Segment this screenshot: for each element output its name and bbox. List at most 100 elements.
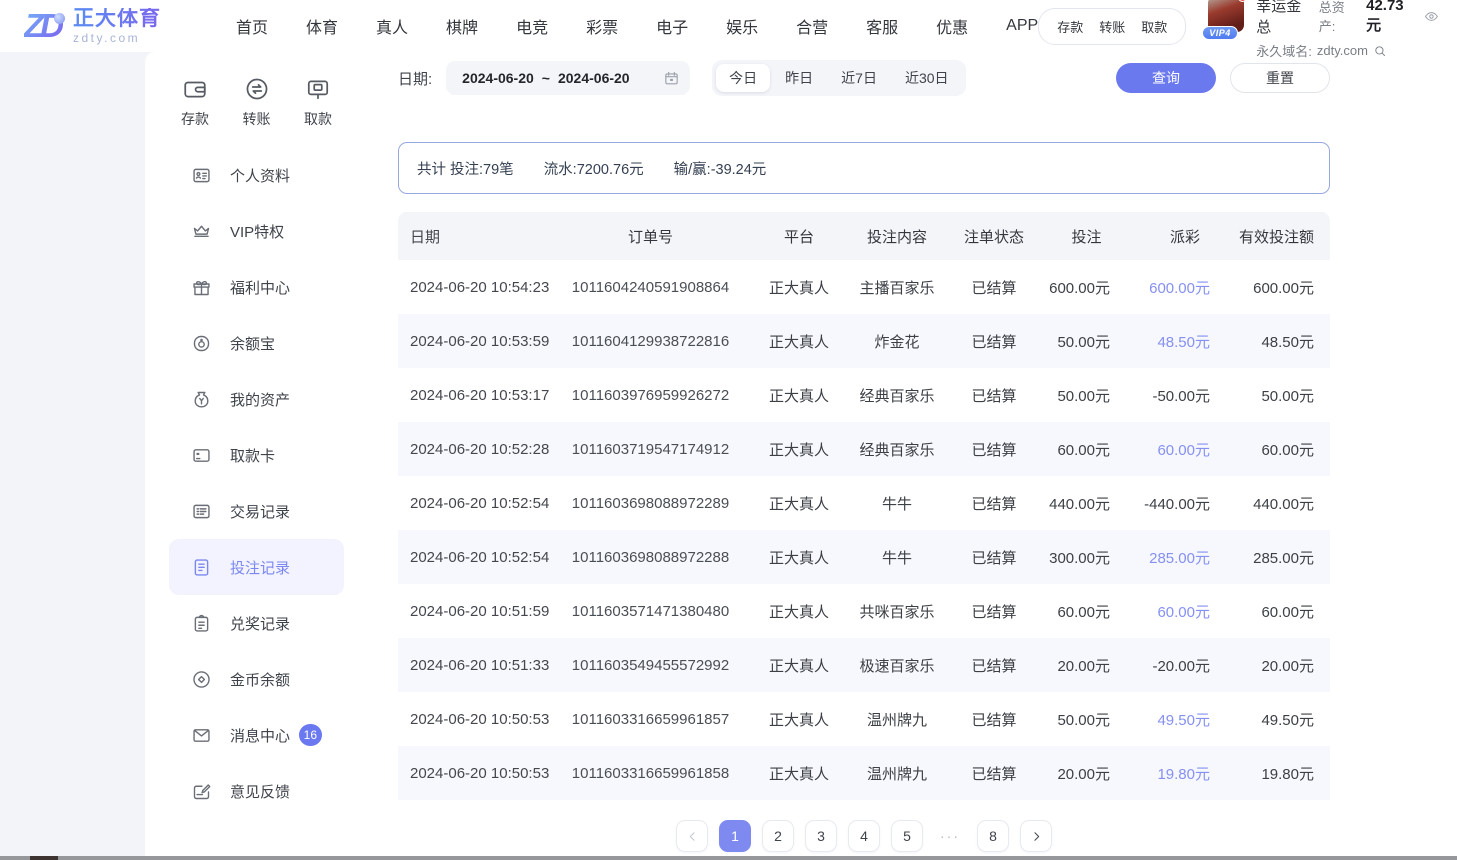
bet-records-table: 日期订单号平台投注内容注单状态投注派彩有效投注额 2024-06-20 10:5… — [398, 212, 1330, 800]
table-row: 2024-06-20 10:53:591011604129938722816正大… — [398, 314, 1330, 368]
page-button[interactable]: 4 — [848, 820, 880, 852]
logo-mark-icon: ZD — [24, 9, 64, 42]
search-button[interactable]: 查询 — [1116, 63, 1216, 93]
top-bar: ZD 正大体育 zdty.com 首页 体育 真人 棋牌 电竞 彩票 电子 娱乐 合营 客服 优惠 A… — [0, 0, 1457, 52]
date-range-input[interactable]: 2024-06-20 ~ 2024-06-20 — [446, 61, 690, 95]
sidebar-item[interactable]: 取款卡 — [169, 427, 344, 483]
sidebar-item[interactable]: 我的资产 — [169, 371, 344, 427]
reset-button[interactable]: 重置 — [1230, 63, 1330, 93]
nav-item[interactable]: 棋牌 — [446, 14, 478, 38]
feedback-icon — [191, 781, 212, 802]
quick-action-取款[interactable]: 取款 — [304, 76, 332, 129]
column-header: 平台 — [753, 226, 845, 247]
eye-icon[interactable] — [1424, 8, 1439, 25]
next-page-button[interactable] — [1020, 820, 1052, 852]
cell-valid-amount: 19.80元 — [1236, 763, 1330, 784]
sidebar-item[interactable]: 个人资料 — [169, 147, 344, 203]
sidebar-item[interactable]: 余额宝 — [169, 315, 344, 371]
main-nav: 首页 体育 真人 棋牌 电竞 彩票 电子 娱乐 合营 客服 优惠 APP — [236, 14, 1038, 38]
nav-item[interactable]: APP — [1006, 17, 1038, 35]
range-chip[interactable]: 昨日 — [772, 64, 826, 92]
cell-valid-amount: 50.00元 — [1236, 385, 1330, 406]
nav-item[interactable]: 电子 — [656, 14, 688, 38]
nav-item[interactable]: 首页 — [236, 14, 268, 38]
sidebar-item-label: 取款卡 — [230, 445, 275, 466]
quick-action-存款[interactable]: 存款 — [181, 76, 209, 129]
crown-icon — [191, 221, 212, 242]
nav-item[interactable]: 优惠 — [936, 14, 968, 38]
search-icon[interactable] — [1373, 44, 1387, 58]
cell-order-number: 1011603719547174912 — [548, 441, 753, 458]
sidebar-menu: 个人资料 VIP特权福利中心余额宝我的资产取款卡交易记录投注记录兑奖记录金币余额消… — [145, 147, 368, 819]
prev-page-button[interactable] — [676, 820, 708, 852]
cell-date: 2024-06-20 10:50:53 — [398, 711, 548, 728]
nav-item[interactable]: 真人 — [376, 14, 408, 38]
cell-valid-amount: 20.00元 — [1236, 655, 1330, 676]
wallet-pill-action[interactable]: 转账 — [1099, 17, 1125, 36]
page-button[interactable]: 3 — [805, 820, 837, 852]
sidebar-item[interactable]: VIP特权 — [169, 203, 344, 259]
cell-status: 已结算 — [949, 277, 1039, 298]
cell-platform: 正大真人 — [753, 655, 845, 676]
sidebar-item[interactable]: 兑奖记录 — [169, 595, 344, 651]
sidebar-item[interactable]: 投注记录 — [169, 539, 344, 595]
assets-label: 总资产: — [1319, 0, 1356, 35]
vip-badge: VIP4 — [1202, 26, 1238, 40]
cell-order-number: 1011603316659961858 — [548, 765, 753, 782]
sidebar-item-label: 个人资料 — [230, 165, 290, 186]
page-button[interactable]: 2 — [762, 820, 794, 852]
nav-item[interactable]: 客服 — [866, 14, 898, 38]
cell-bet-content: 主播百家乐 — [845, 277, 949, 298]
page-button[interactable]: 5 — [891, 820, 923, 852]
transfer-icon — [244, 76, 270, 102]
brand-domain: zdty.com — [73, 32, 161, 45]
quick-action-转账[interactable]: 转账 — [243, 76, 271, 129]
cell-bet-amount: 60.00元 — [1039, 439, 1134, 460]
sidebar-item-label: 兑奖记录 — [230, 613, 290, 634]
user-block[interactable]: VIP4 幸运金总 总资产: 42.73元 永久域名: zdty.com — [1208, 0, 1443, 60]
nav-item[interactable]: 合营 — [796, 14, 828, 38]
sidebar-item[interactable]: 交易记录 — [169, 483, 344, 539]
cell-bet-amount: 20.00元 — [1039, 763, 1134, 784]
cell-platform: 正大真人 — [753, 601, 845, 622]
cell-bet-amount: 50.00元 — [1039, 709, 1134, 730]
calendar-icon[interactable] — [663, 70, 680, 87]
cell-status: 已结算 — [949, 709, 1039, 730]
cell-order-number: 1011603976959926272 — [548, 387, 753, 404]
withdraw-icon — [305, 76, 331, 102]
sidebar-item[interactable]: 福利中心 — [169, 259, 344, 315]
cell-order-number: 1011603571471380480 — [548, 603, 753, 620]
nav-item[interactable]: 彩票 — [586, 14, 618, 38]
date-separator: ~ — [542, 70, 550, 86]
table-row: 2024-06-20 10:54:231011604240591908864正大… — [398, 260, 1330, 314]
range-chip[interactable]: 近7日 — [828, 64, 890, 92]
page-button[interactable]: 8 — [977, 820, 1009, 852]
sidebar-quick-actions: 存款转账取款 — [145, 76, 368, 129]
table-row: 2024-06-20 10:51:591011603571471380480正大… — [398, 584, 1330, 638]
cell-valid-amount: 60.00元 — [1236, 601, 1330, 622]
nav-item[interactable]: 娱乐 — [726, 14, 758, 38]
wallet-pill-action[interactable]: 取款 — [1141, 17, 1167, 36]
gift-icon — [191, 277, 212, 298]
range-chip[interactable]: 今日 — [716, 64, 770, 92]
sidebar-item[interactable]: 消息中心16 — [169, 707, 344, 763]
sidebar-item[interactable]: 意见反馈 — [169, 763, 344, 819]
sidebar-item-label: VIP特权 — [230, 221, 284, 242]
cell-bet-content: 温州牌九 — [845, 763, 949, 784]
main-content: 日期: 2024-06-20 ~ 2024-06-20 今日昨日近7日近30日 … — [368, 52, 1457, 860]
wallet-actions-pill: 存款转账取款 — [1038, 8, 1186, 45]
nav-item[interactable]: 体育 — [306, 14, 338, 38]
cell-order-number: 1011604240591908864 — [548, 279, 753, 296]
table-row: 2024-06-20 10:51:331011603549455572992正大… — [398, 638, 1330, 692]
nav-item[interactable]: 电竞 — [516, 14, 548, 38]
wallet-pill-action[interactable]: 存款 — [1057, 17, 1083, 36]
brand-name: 正大体育 — [73, 8, 161, 30]
page-button[interactable]: 1 — [719, 820, 751, 852]
cell-platform: 正大真人 — [753, 385, 845, 406]
column-header: 日期 — [398, 226, 548, 247]
vault-icon — [191, 333, 212, 354]
sidebar-item[interactable]: 金币余额 — [169, 651, 344, 707]
range-chip[interactable]: 近30日 — [892, 64, 962, 92]
cell-payout: 48.50元 — [1134, 331, 1236, 352]
brand-logo[interactable]: ZD 正大体育 zdty.com — [24, 8, 194, 45]
